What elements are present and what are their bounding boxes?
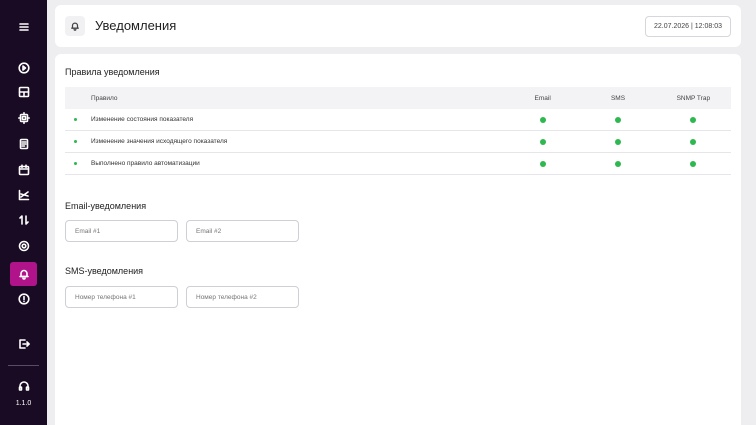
page-title: Уведомления: [95, 18, 177, 33]
transfer-icon[interactable]: [0, 209, 47, 231]
row-bullet: [73, 118, 77, 121]
bell-icon[interactable]: [10, 262, 37, 286]
email-enabled-indicator[interactable]: [539, 116, 546, 123]
email-enabled-indicator[interactable]: [539, 138, 546, 145]
logout-icon[interactable]: [0, 333, 47, 355]
row-bullet: [73, 162, 77, 165]
sms-enabled-indicator[interactable]: [614, 116, 621, 123]
sms-enabled-indicator[interactable]: [614, 160, 621, 167]
app-version: 1.1.0: [15, 400, 32, 407]
email-input-1[interactable]: [65, 220, 178, 242]
table-row: Выполнено правило автоматизации: [65, 153, 731, 175]
info-icon[interactable]: [0, 288, 47, 310]
menu-icon[interactable]: [0, 16, 47, 38]
datetime-badge: 22.07.2026 | 12:08:03: [645, 16, 731, 37]
col-header-rule: Правило: [91, 94, 118, 102]
play-circle-icon[interactable]: [0, 57, 47, 79]
email-input-2[interactable]: [186, 220, 299, 242]
table-row: Изменение значения исходящего показателя: [65, 131, 731, 153]
settings-icon[interactable]: [0, 235, 47, 257]
sidebar-divider: [8, 365, 39, 366]
main-panel: Правила уведомления Правило Email SMS SN…: [55, 54, 741, 425]
header-bell-icon: [65, 16, 85, 36]
col-header-sms: SMS: [610, 94, 626, 102]
document-icon[interactable]: [0, 133, 47, 155]
phone-input-1[interactable]: [65, 286, 178, 308]
table-row: Изменение состояния показателя: [65, 109, 731, 131]
dashboard-icon[interactable]: [0, 81, 47, 103]
rules-section-title: Правила уведомления: [65, 67, 160, 77]
chart-icon[interactable]: [0, 184, 47, 206]
col-header-snmp: SNMP Trap: [676, 94, 711, 102]
rule-name: Выполнено правило автоматизации: [91, 160, 200, 167]
email-section-title: Email-уведомления: [65, 201, 147, 211]
phone-input-2[interactable]: [186, 286, 299, 308]
rules-table-header: Правило Email SMS SNMP Trap: [65, 87, 731, 109]
snmp-enabled-indicator[interactable]: [690, 160, 697, 167]
row-bullet: [73, 140, 77, 143]
sms-section-title: SMS-уведомления: [65, 266, 144, 276]
rule-name: Изменение состояния показателя: [91, 116, 194, 123]
rule-name: Изменение значения исходящего показателя: [91, 138, 228, 145]
sms-enabled-indicator[interactable]: [614, 138, 621, 145]
headset-icon[interactable]: [0, 375, 47, 397]
page-header: Уведомления 22.07.2026 | 12:08:03: [55, 5, 741, 47]
email-enabled-indicator[interactable]: [539, 160, 546, 167]
snmp-enabled-indicator[interactable]: [690, 138, 697, 145]
chip-icon[interactable]: [0, 107, 47, 129]
col-header-email: Email: [534, 94, 551, 102]
snmp-enabled-indicator[interactable]: [690, 116, 697, 123]
rules-table: Правило Email SMS SNMP Trap Изменение со…: [65, 87, 731, 175]
sidebar: 1.1.0: [0, 0, 47, 425]
calendar-icon[interactable]: [0, 159, 47, 181]
